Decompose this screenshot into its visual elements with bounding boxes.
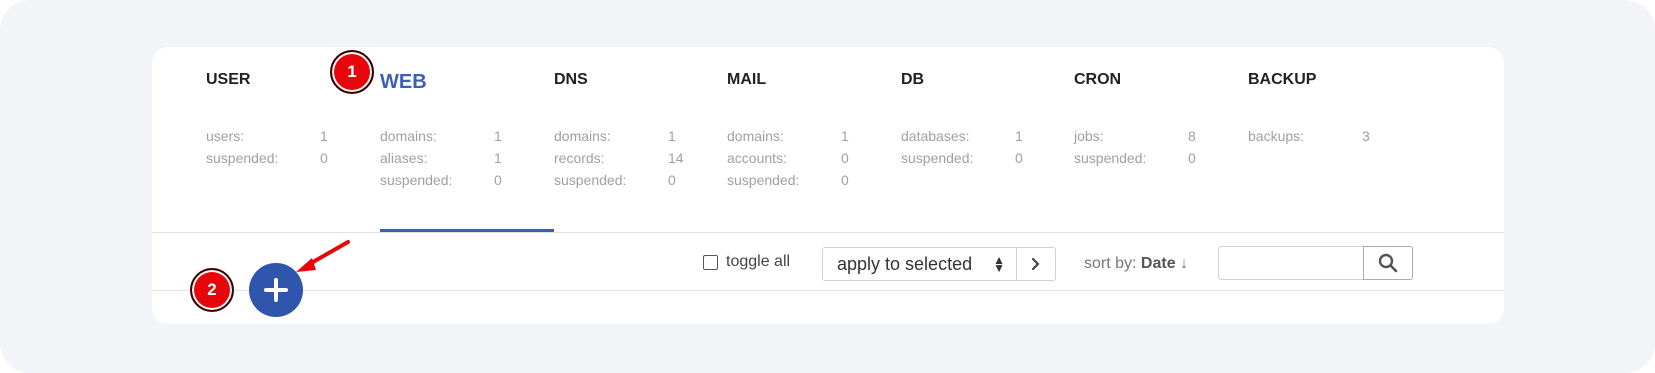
apply-button[interactable]	[1016, 247, 1056, 281]
stat-value: 0	[1188, 150, 1196, 166]
stat-label: domains:	[380, 128, 437, 144]
tab-title: DNS	[554, 71, 588, 88]
stat-value: 1	[320, 128, 328, 144]
stat-label: jobs:	[1074, 128, 1104, 144]
sort-direction-icon: ↓	[1180, 255, 1189, 272]
search-input[interactable]	[1218, 246, 1364, 280]
stat-label: suspended:	[380, 172, 453, 188]
annotation-arrow-icon	[296, 240, 350, 272]
bulk-action-select[interactable]: apply to selected ▲ ▼	[822, 247, 1018, 281]
tab-backup[interactable]: BACKUP backups: 3	[1248, 47, 1408, 232]
tab-title: CRON	[1074, 71, 1122, 88]
tab-title: BACKUP	[1248, 71, 1317, 88]
toggle-all-label: toggle all	[726, 253, 791, 270]
stat-label: users:	[206, 128, 245, 144]
stat-label: suspended:	[206, 150, 279, 166]
stat-value: 1	[494, 128, 502, 144]
bulk-action-value: apply to selected	[837, 253, 973, 274]
annotation-marker-1: 1	[330, 50, 374, 94]
stat-value: 0	[841, 150, 849, 166]
stat-value: 0	[494, 172, 502, 188]
search-icon	[1378, 253, 1398, 273]
stat-value: 14	[668, 150, 684, 166]
annotation-marker-2: 2	[190, 268, 234, 312]
stat-label: aliases:	[380, 150, 428, 166]
stat-label: suspended:	[1074, 150, 1147, 166]
tab-cron[interactable]: CRON jobs: 8 suspended: 0	[1074, 47, 1234, 232]
stat-label: domains:	[554, 128, 611, 144]
stat-value: 8	[1188, 128, 1196, 144]
tab-web[interactable]: WEB domains: 1 aliases: 1 suspended: 0	[380, 47, 554, 232]
stat-label: records:	[554, 150, 605, 166]
sort-field: Date	[1140, 255, 1176, 272]
toggle-all-checkbox[interactable]	[703, 254, 718, 270]
tab-title: DB	[901, 71, 925, 88]
stat-label: suspended:	[727, 172, 800, 188]
tab-mail[interactable]: MAIL domains: 1 accounts: 0 suspended: 0	[727, 47, 887, 232]
search-button[interactable]	[1363, 246, 1413, 280]
stat-value: 0	[320, 150, 328, 166]
stat-label: accounts:	[727, 150, 787, 166]
tab-title: WEB	[380, 71, 427, 93]
sort-prefix: sort by:	[1084, 255, 1137, 272]
stat-value: 0	[668, 172, 676, 188]
stat-label: backups:	[1248, 128, 1305, 144]
tab-title: MAIL	[727, 71, 767, 88]
chevron-right-icon	[1031, 257, 1040, 271]
divider	[152, 232, 1504, 233]
divider	[152, 290, 1504, 291]
tab-dns[interactable]: DNS domains: 1 records: 14 suspended: 0	[554, 47, 714, 232]
tab-db[interactable]: DB databases: 1 suspended: 0	[901, 47, 1061, 232]
sort-control[interactable]: sort by: Date ↓	[1084, 255, 1188, 273]
stat-value: 1	[841, 128, 849, 144]
stat-label: suspended:	[554, 172, 627, 188]
stat-label: databases:	[901, 128, 970, 144]
stat-value: 1	[668, 128, 676, 144]
stat-value: 3	[1362, 128, 1370, 144]
stat-value: 1	[494, 150, 502, 166]
select-arrows-icon: ▲ ▼	[993, 253, 1005, 275]
stat-value: 1	[1015, 128, 1023, 144]
toggle-all[interactable]: toggle all	[703, 253, 790, 271]
plus-icon	[264, 278, 288, 302]
stat-label: suspended:	[901, 150, 974, 166]
stat-value: 0	[1015, 150, 1023, 166]
tab-title: USER	[206, 71, 251, 88]
stat-label: domains:	[727, 128, 784, 144]
stat-value: 0	[841, 172, 849, 188]
